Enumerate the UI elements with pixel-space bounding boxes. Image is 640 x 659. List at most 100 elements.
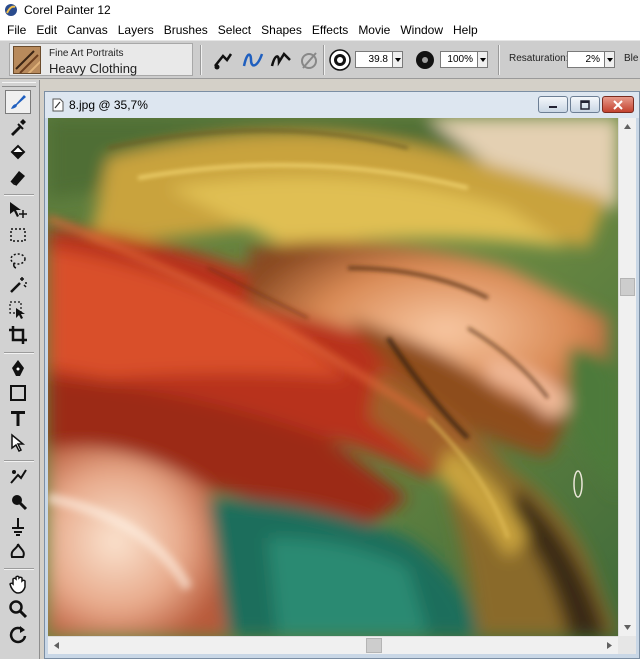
opacity-field[interactable]: 100% <box>440 51 478 68</box>
chevron-left-icon <box>54 642 59 649</box>
horizontal-scrollbar[interactable] <box>48 636 618 654</box>
tool-rect-select[interactable] <box>5 223 31 247</box>
lasso-icon <box>10 253 26 269</box>
freehand-stroke-icon <box>242 53 264 67</box>
toolbar-separator <box>498 45 500 75</box>
straight-line-stroke-icon <box>270 52 291 67</box>
toolbox-panel <box>0 80 40 659</box>
tool-burn[interactable] <box>5 539 31 563</box>
horizontal-scroll-thumb[interactable] <box>366 638 382 653</box>
scrollbar-corner <box>618 636 636 654</box>
document-titlebar[interactable]: 8.jpg @ 35,7% <box>45 92 639 118</box>
chevron-down-icon <box>624 625 631 630</box>
tool-layer-adjuster[interactable] <box>5 198 31 222</box>
tool-rectangle-shape[interactable] <box>5 381 31 405</box>
resaturation-label: Resaturation: <box>509 53 569 64</box>
menu-window[interactable]: Window <box>395 20 448 41</box>
minimize-button[interactable] <box>538 96 568 113</box>
brush-selector[interactable]: Fine Art Portraits Heavy Clothing <box>9 43 193 76</box>
rect-select-icon <box>10 228 26 242</box>
menu-canvas[interactable]: Canvas <box>62 20 113 41</box>
freehand-stroke-button[interactable] <box>240 47 266 73</box>
menu-select[interactable]: Select <box>213 20 256 41</box>
menu-brushes[interactable]: Brushes <box>159 20 213 41</box>
brush-size-dropdown[interactable] <box>392 51 403 68</box>
tool-selection-adjuster[interactable] <box>5 298 31 322</box>
tool-cloner[interactable] <box>5 464 31 488</box>
menu-movie[interactable]: Movie <box>353 20 395 41</box>
tool-crop[interactable] <box>5 323 31 347</box>
menu-shapes[interactable]: Shapes <box>256 20 307 41</box>
dropper-icon <box>11 119 26 136</box>
scroll-right-button[interactable] <box>601 637 618 654</box>
vertical-scroll-thumb[interactable] <box>620 278 635 296</box>
menu-edit[interactable]: Edit <box>31 20 62 41</box>
menu-bar: File Edit Canvas Layers Brushes Select S… <box>0 20 640 41</box>
menu-file[interactable]: File <box>2 20 31 41</box>
eraser-icon <box>10 171 25 186</box>
straight-stroke-button[interactable] <box>268 47 294 73</box>
rotate-page-icon <box>9 626 27 644</box>
tool-eraser[interactable] <box>5 165 31 189</box>
tool-pen[interactable] <box>5 356 31 380</box>
toolbox-separator <box>4 568 34 570</box>
app-title: Corel Painter 12 <box>24 3 111 17</box>
opacity-settings-button[interactable] <box>412 47 438 73</box>
toolbar-separator <box>323 45 325 75</box>
menu-help[interactable]: Help <box>448 20 483 41</box>
painting-image <box>48 118 618 636</box>
toolbox-separator <box>4 352 34 354</box>
toolbox-separator <box>4 194 34 196</box>
paint-bucket-icon <box>10 144 26 160</box>
resaturation-dropdown[interactable] <box>604 51 615 68</box>
dodge-icon <box>12 518 24 536</box>
resaturation-field[interactable]: 2% <box>567 51 605 68</box>
document-title: 8.jpg @ 35,7% <box>69 98 148 112</box>
scroll-up-button[interactable] <box>619 118 636 135</box>
close-icon <box>613 99 623 110</box>
opacity-dropdown[interactable] <box>477 51 488 68</box>
crop-icon <box>9 326 27 344</box>
menu-layers[interactable]: Layers <box>113 20 159 41</box>
chevron-right-icon <box>607 642 612 649</box>
painting-canvas[interactable] <box>48 118 618 636</box>
brush-size-field[interactable]: 39.8 <box>355 51 393 68</box>
stroke-attributes-button[interactable] <box>296 47 322 73</box>
tool-magic-wand[interactable] <box>5 273 31 297</box>
property-bar: Fine Art Portraits Heavy Clothing 39.8 1… <box>0 41 640 79</box>
minimize-icon <box>549 105 557 108</box>
tool-dropper[interactable] <box>5 115 31 139</box>
maximize-button[interactable] <box>570 96 600 113</box>
size-settings-button[interactable] <box>327 47 353 73</box>
tool-brush[interactable] <box>5 90 31 114</box>
grabber-icon <box>9 575 26 594</box>
text-icon <box>11 411 25 426</box>
vertical-scrollbar[interactable] <box>618 118 636 636</box>
rubber-stamp-icon <box>12 495 28 511</box>
close-button[interactable] <box>602 96 634 113</box>
tool-text[interactable] <box>5 406 31 430</box>
opacity-icon <box>416 51 434 69</box>
chevron-up-icon <box>624 124 631 129</box>
painter-app-icon <box>4 3 18 17</box>
tool-magnifier[interactable] <box>5 597 31 621</box>
selection-adjuster-icon <box>9 301 25 319</box>
reset-tool-button[interactable] <box>210 47 236 73</box>
tool-grabber[interactable] <box>5 572 31 596</box>
toolbox-grip[interactable] <box>2 82 36 87</box>
scroll-down-button[interactable] <box>619 619 636 636</box>
brush-variant-thumbnail <box>13 46 41 74</box>
tool-rotate-page[interactable] <box>5 622 31 646</box>
tool-paint-bucket[interactable] <box>5 140 31 164</box>
tool-shape-selection[interactable] <box>5 431 31 455</box>
scroll-left-button[interactable] <box>48 637 65 654</box>
brush-icon <box>11 95 26 109</box>
rectangle-shape-icon <box>10 385 26 401</box>
document-window: 8.jpg @ 35,7% <box>44 91 640 659</box>
brush-variant-label: Heavy Clothing <box>49 61 138 76</box>
tool-lasso[interactable] <box>5 248 31 272</box>
tool-dodge[interactable] <box>5 514 31 538</box>
menu-effects[interactable]: Effects <box>307 20 353 41</box>
app-titlebar: Corel Painter 12 <box>0 0 640 20</box>
tool-rubber-stamp[interactable] <box>5 489 31 513</box>
